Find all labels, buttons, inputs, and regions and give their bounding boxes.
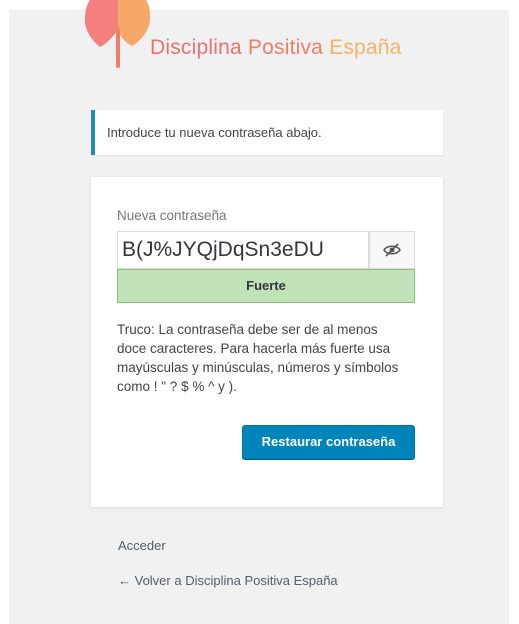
reset-password-button[interactable]: Restaurar contraseña <box>242 425 415 459</box>
eye-slash-icon <box>383 243 401 257</box>
password-hint: Truco: La contraseña debe ser de al meno… <box>117 322 399 394</box>
login-link[interactable]: Acceder <box>118 538 166 553</box>
back-to-site-link[interactable]: ← Volver a Disciplina Positiva España <box>118 573 338 588</box>
new-password-label: Nueva contraseña <box>117 208 227 223</box>
site-logo[interactable]: Disciplina Positiva España <box>82 0 462 75</box>
new-password-input[interactable]: B(J%JYQjDqSn3eDU <box>117 231 369 269</box>
site-name-word-2: Positiva <box>247 36 324 59</box>
reset-password-form: Nueva contraseña B(J%JYQjDqSn3eDU Fuerte… <box>91 177 443 507</box>
site-name-word-1: Disciplina <box>150 36 242 59</box>
info-message-text: Introduce tu nueva contraseña abajo. <box>107 125 322 140</box>
site-name-word-3: España <box>329 36 402 59</box>
info-message: Introduce tu nueva contraseña abajo. <box>91 110 443 155</box>
toggle-password-visibility-button[interactable] <box>369 231 415 269</box>
heart-logo-icon <box>85 0 150 68</box>
password-strength-indicator: Fuerte <box>117 269 415 303</box>
site-name: Disciplina Positiva España <box>150 36 402 60</box>
